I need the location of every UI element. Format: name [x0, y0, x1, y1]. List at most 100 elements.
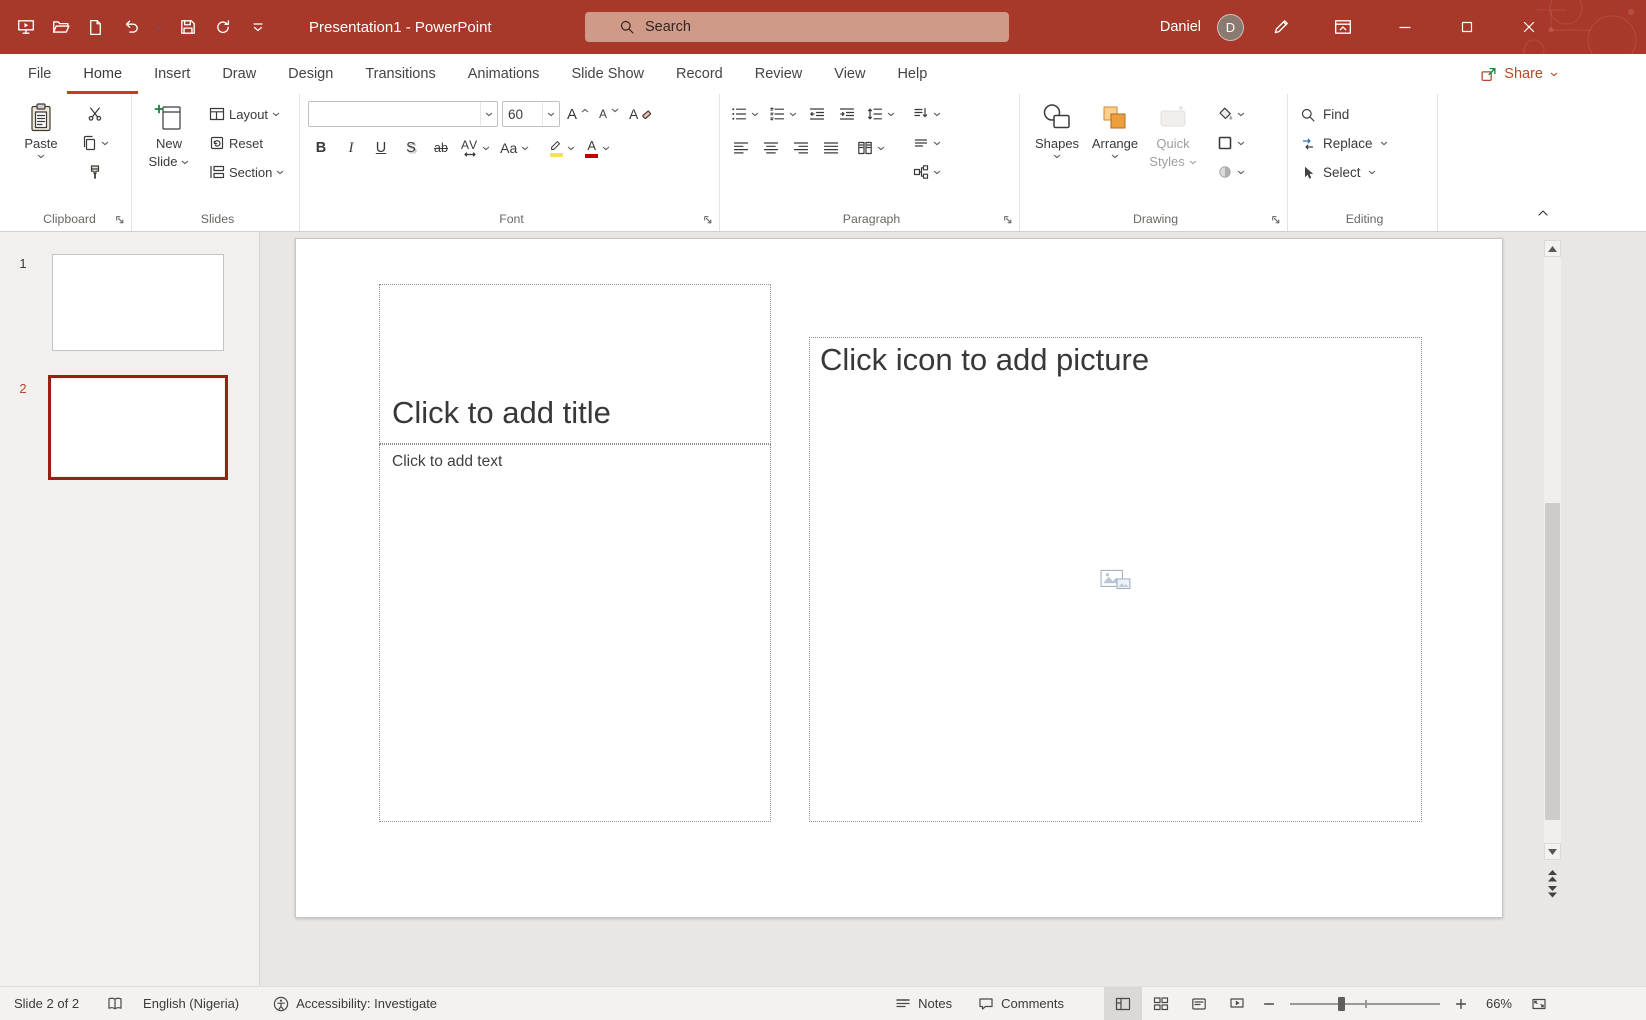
bold-button[interactable]: B: [308, 135, 334, 161]
layout-button[interactable]: Layout: [206, 101, 287, 127]
undo-button[interactable]: [117, 14, 144, 41]
view-reading-button[interactable]: [1180, 987, 1218, 1020]
cut-button[interactable]: [78, 101, 112, 127]
font-name-combo[interactable]: [308, 101, 498, 127]
view-slide-sorter-button[interactable]: [1142, 987, 1180, 1020]
tab-insert[interactable]: Insert: [138, 54, 206, 94]
clipboard-dialog-launcher[interactable]: [111, 211, 127, 227]
line-spacing-button[interactable]: [864, 101, 898, 127]
convert-to-smartart-button[interactable]: [910, 159, 944, 185]
tab-help[interactable]: Help: [881, 54, 943, 94]
zoom-slider[interactable]: [1290, 996, 1440, 1011]
maximize-button[interactable]: [1436, 0, 1498, 54]
font-size-dropdown[interactable]: [542, 102, 559, 126]
new-slide-button[interactable]: New Slide: [140, 98, 198, 207]
next-slide-button[interactable]: [1544, 884, 1561, 900]
tab-draw[interactable]: Draw: [206, 54, 272, 94]
align-left-button[interactable]: [728, 135, 754, 161]
font-name-dropdown[interactable]: [480, 102, 497, 126]
view-normal-button[interactable]: [1104, 986, 1142, 1020]
drawing-dialog-launcher[interactable]: [1267, 211, 1283, 227]
tab-home[interactable]: Home: [67, 54, 138, 94]
reset-button[interactable]: Reset: [206, 130, 287, 156]
scroll-down-button[interactable]: [1544, 843, 1561, 860]
start-slideshow-button[interactable]: [12, 14, 39, 41]
tab-review[interactable]: Review: [739, 54, 819, 94]
customize-quick-access-button[interactable]: [244, 14, 271, 41]
ribbon-display-options-button[interactable]: [1312, 0, 1374, 54]
new-file-button[interactable]: [82, 14, 109, 41]
minimize-button[interactable]: [1374, 0, 1436, 54]
redo-button[interactable]: [209, 14, 236, 41]
slide-1-thumbnail[interactable]: [52, 254, 224, 351]
change-case-button[interactable]: Aa: [497, 135, 532, 161]
font-size-input[interactable]: [503, 102, 542, 126]
font-dialog-launcher[interactable]: [699, 211, 715, 227]
spell-check-button[interactable]: [107, 996, 123, 1012]
shape-effects-button[interactable]: [1214, 159, 1248, 185]
tab-record[interactable]: Record: [660, 54, 739, 94]
clear-formatting-button[interactable]: A: [626, 101, 656, 127]
text-direction-button[interactable]: [910, 101, 944, 127]
paste-button[interactable]: Paste: [12, 98, 70, 207]
scroll-up-button[interactable]: [1544, 240, 1561, 257]
font-name-input[interactable]: [309, 102, 480, 126]
shrink-font-button[interactable]: A: [596, 101, 622, 127]
tab-file[interactable]: File: [12, 54, 67, 94]
scrollbar-thumb[interactable]: [1545, 503, 1560, 820]
comments-button[interactable]: Comments: [978, 996, 1064, 1012]
character-spacing-button[interactable]: AV: [458, 135, 493, 161]
font-size-combo[interactable]: [502, 101, 560, 127]
accessibility-checker[interactable]: Accessibility: Investigate: [273, 996, 437, 1012]
text-shadow-button[interactable]: S: [398, 135, 424, 161]
title-placeholder[interactable]: Click to add title: [379, 284, 771, 444]
inking-button[interactable]: [1250, 0, 1312, 54]
replace-button[interactable]: Replace: [1296, 131, 1392, 156]
scrollbar-track[interactable]: [1544, 257, 1561, 843]
quick-styles-button[interactable]: Quick Styles: [1144, 98, 1202, 207]
font-color-button[interactable]: A: [582, 135, 613, 161]
slide-surface[interactable]: Click to add title Click to add text Cli…: [295, 238, 1503, 918]
undo-dropdown-button[interactable]: [152, 14, 166, 41]
select-button[interactable]: Select: [1296, 160, 1392, 185]
tab-design[interactable]: Design: [272, 54, 349, 94]
align-right-button[interactable]: [788, 135, 814, 161]
numbering-button[interactable]: [766, 101, 800, 127]
notes-button[interactable]: Notes: [895, 996, 952, 1012]
align-center-button[interactable]: [758, 135, 784, 161]
copy-button[interactable]: [78, 130, 112, 156]
strikethrough-button[interactable]: ab: [428, 135, 454, 161]
zoom-percentage[interactable]: 66%: [1480, 996, 1512, 1011]
search-input[interactable]: Search: [585, 12, 1009, 42]
insert-picture-icon[interactable]: [1100, 566, 1132, 594]
paragraph-dialog-launcher[interactable]: [999, 211, 1015, 227]
zoom-slider-thumb[interactable]: [1338, 996, 1345, 1011]
shape-outline-button[interactable]: [1214, 130, 1248, 156]
grow-font-button[interactable]: A: [564, 101, 592, 127]
open-button[interactable]: [47, 14, 74, 41]
zoom-in-button[interactable]: [1448, 987, 1474, 1020]
picture-placeholder[interactable]: Click icon to add picture: [809, 337, 1422, 822]
arrange-button[interactable]: Arrange: [1086, 98, 1144, 207]
justify-button[interactable]: [818, 135, 844, 161]
language-indicator[interactable]: English (Nigeria): [143, 996, 239, 1011]
decrease-indent-button[interactable]: [804, 101, 830, 127]
bullets-button[interactable]: [728, 101, 762, 127]
text-highlight-button[interactable]: [546, 135, 578, 161]
slide-2-thumbnail[interactable]: [48, 375, 228, 480]
slide-indicator[interactable]: Slide 2 of 2: [14, 996, 79, 1011]
columns-button[interactable]: [854, 135, 888, 161]
tab-view[interactable]: View: [818, 54, 881, 94]
zoom-out-button[interactable]: [1256, 987, 1282, 1020]
fit-slide-to-window-button[interactable]: [1524, 987, 1554, 1020]
shape-fill-button[interactable]: [1214, 101, 1248, 127]
close-button[interactable]: [1498, 0, 1560, 54]
user-name[interactable]: Daniel: [1160, 19, 1201, 35]
view-slideshow-button[interactable]: [1218, 987, 1256, 1020]
text-placeholder[interactable]: Click to add text: [379, 444, 771, 822]
align-text-button[interactable]: [910, 130, 944, 156]
tab-animations[interactable]: Animations: [452, 54, 556, 94]
tab-transitions[interactable]: Transitions: [349, 54, 451, 94]
shapes-button[interactable]: Shapes: [1028, 98, 1086, 207]
previous-slide-button[interactable]: [1544, 868, 1561, 884]
